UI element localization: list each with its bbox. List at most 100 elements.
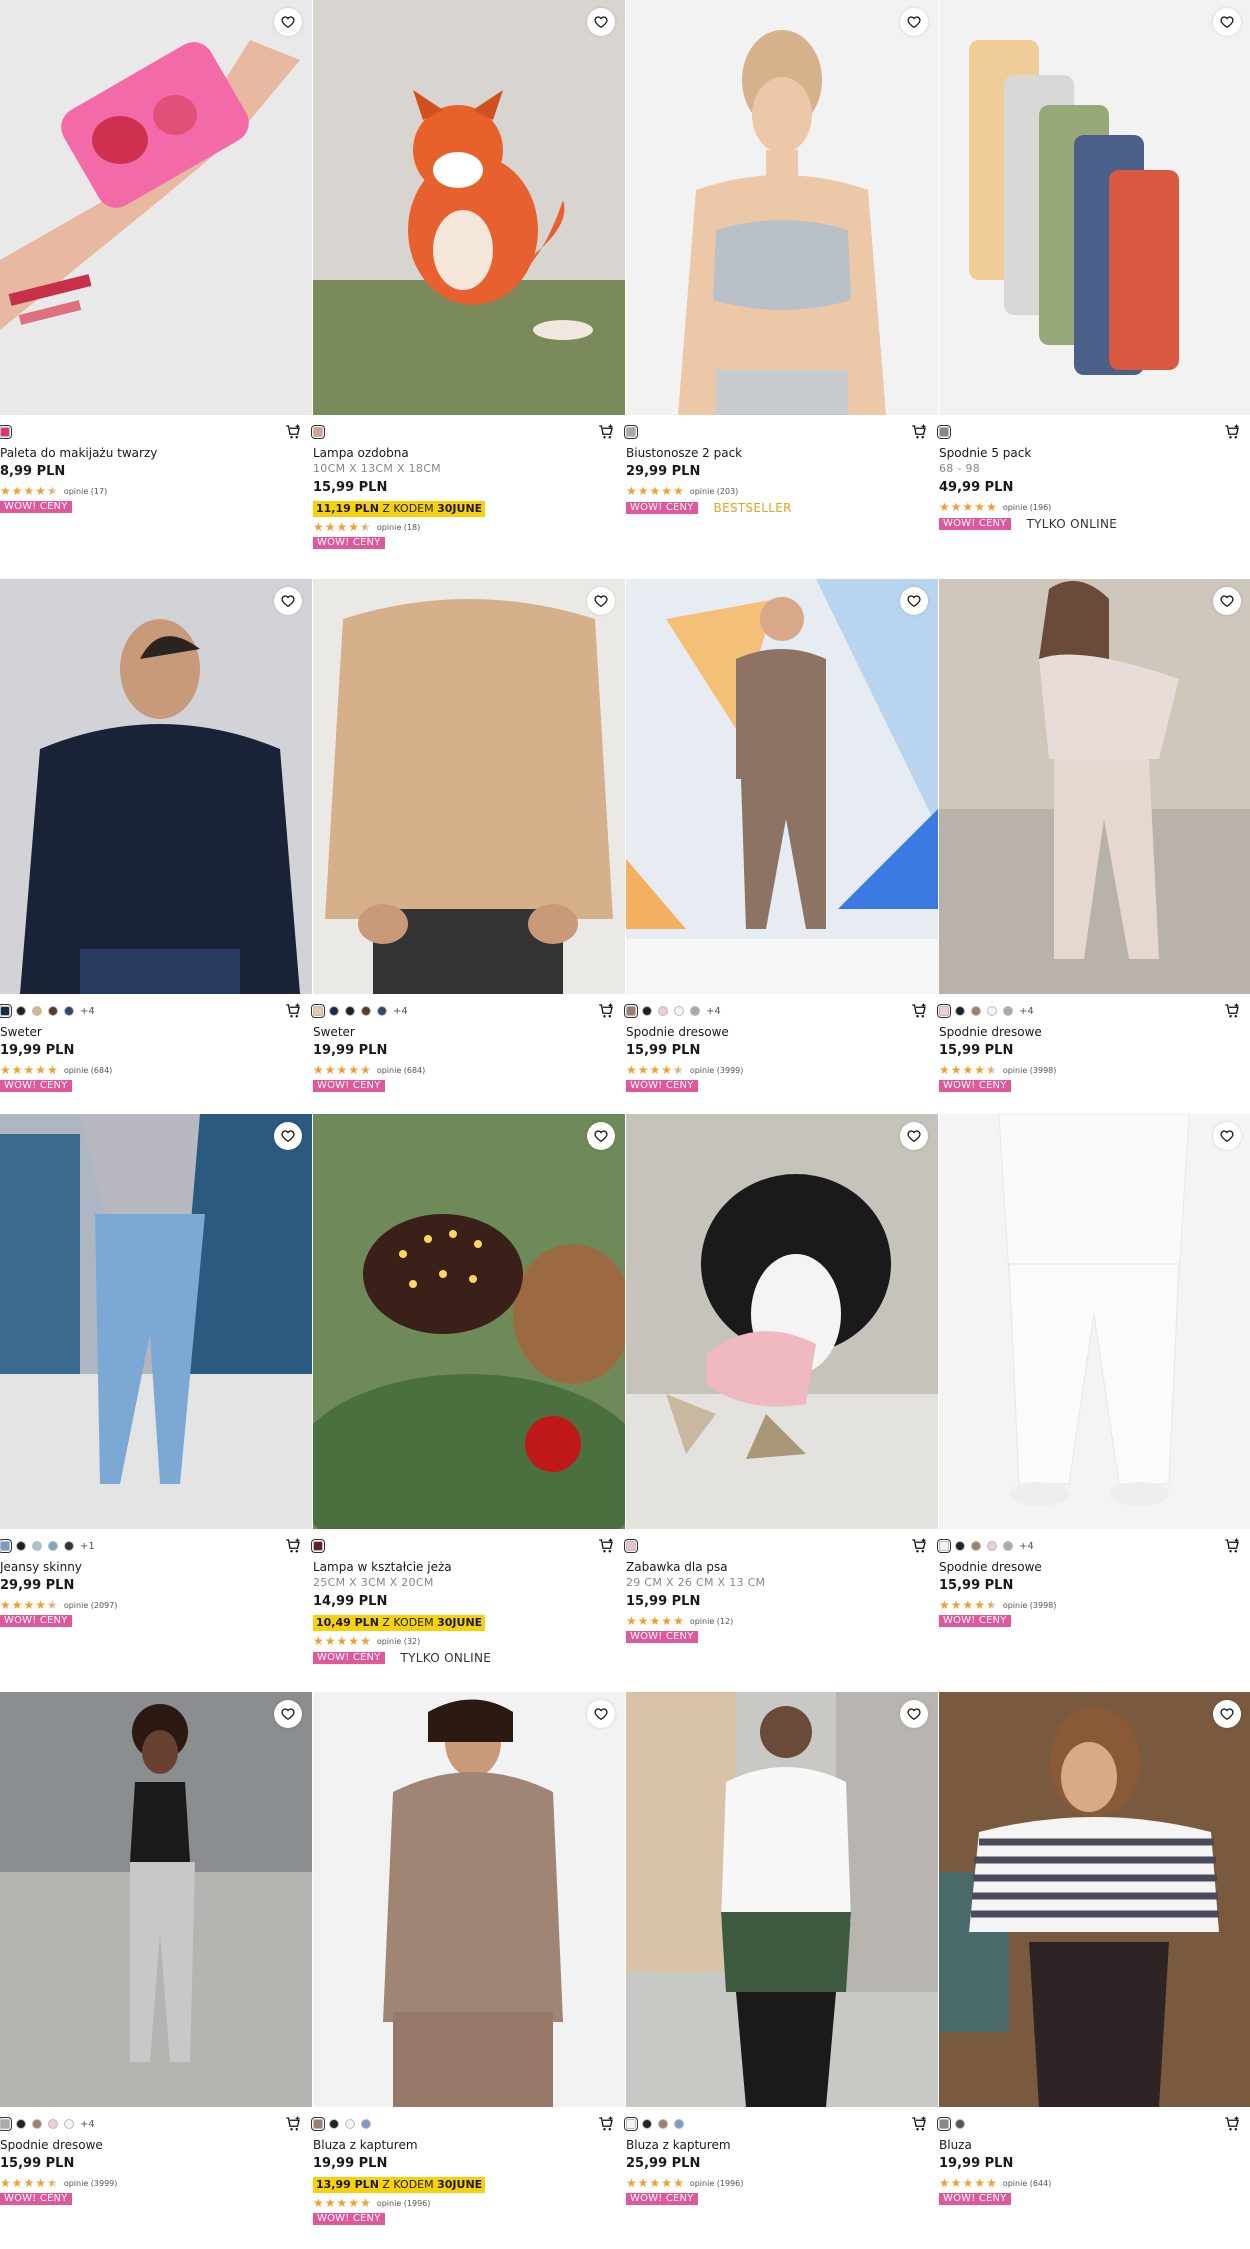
add-to-cart-icon[interactable] — [1223, 1537, 1241, 1555]
product-image[interactable] — [626, 1114, 938, 1529]
add-to-cart-icon[interactable] — [284, 1537, 302, 1555]
color-swatch[interactable] — [311, 2117, 325, 2131]
color-swatch[interactable] — [361, 1006, 371, 1016]
opinions-count[interactable]: opinie (684) — [64, 1066, 112, 1075]
color-swatch[interactable] — [0, 1004, 12, 1018]
product-image[interactable] — [313, 579, 625, 994]
product-name[interactable]: Biustonosze 2 pack — [626, 445, 938, 461]
product-name[interactable]: Zabawka dla psa — [626, 1559, 938, 1575]
color-swatch[interactable] — [937, 1539, 951, 1553]
color-swatch[interactable] — [361, 2119, 371, 2129]
product-image[interactable] — [626, 0, 938, 415]
color-swatch[interactable] — [64, 1541, 74, 1551]
color-swatch[interactable] — [0, 2117, 12, 2131]
wishlist-button[interactable] — [1213, 1700, 1241, 1728]
opinions-count[interactable]: opinie (3999) — [690, 1066, 744, 1075]
color-swatch[interactable] — [311, 1539, 325, 1553]
opinions-count[interactable]: opinie (2097) — [64, 1601, 118, 1610]
product-image[interactable] — [313, 1114, 625, 1529]
more-colors-count[interactable]: +1 — [80, 1541, 95, 1552]
wishlist-button[interactable] — [274, 1122, 302, 1150]
wishlist-button[interactable] — [1213, 587, 1241, 615]
add-to-cart-icon[interactable] — [597, 1002, 615, 1020]
product-image[interactable] — [939, 0, 1250, 415]
wishlist-button[interactable] — [587, 1700, 615, 1728]
more-colors-count[interactable]: +4 — [80, 2119, 95, 2130]
color-swatch[interactable] — [345, 1006, 355, 1016]
add-to-cart-icon[interactable] — [910, 1002, 928, 1020]
product-image[interactable] — [939, 579, 1250, 994]
color-swatch[interactable] — [987, 1541, 997, 1551]
color-swatch[interactable] — [674, 1006, 684, 1016]
wishlist-button[interactable] — [587, 8, 615, 36]
color-swatch[interactable] — [937, 1004, 951, 1018]
product-name[interactable]: Bluza — [939, 2137, 1250, 2153]
color-swatch[interactable] — [937, 425, 951, 439]
more-colors-count[interactable]: +4 — [706, 1006, 721, 1017]
add-to-cart-icon[interactable] — [1223, 423, 1241, 441]
wishlist-button[interactable] — [1213, 8, 1241, 36]
color-swatch[interactable] — [0, 1539, 12, 1553]
opinions-count[interactable]: opinie (644) — [1003, 2179, 1051, 2188]
color-swatch[interactable] — [642, 2119, 652, 2129]
color-swatch[interactable] — [642, 1006, 652, 1016]
opinions-count[interactable]: opinie (18) — [377, 523, 420, 532]
color-swatch[interactable] — [1003, 1006, 1013, 1016]
product-name[interactable]: Spodnie dresowe — [0, 2137, 312, 2153]
product-name[interactable]: Spodnie dresowe — [626, 1024, 938, 1040]
wishlist-button[interactable] — [587, 1122, 615, 1150]
color-swatch[interactable] — [32, 1541, 42, 1551]
color-swatch[interactable] — [624, 1539, 638, 1553]
opinions-count[interactable]: opinie (3998) — [1003, 1066, 1057, 1075]
color-swatch[interactable] — [1003, 1541, 1013, 1551]
add-to-cart-icon[interactable] — [1223, 2115, 1241, 2133]
opinions-count[interactable]: opinie (17) — [64, 487, 107, 496]
wishlist-button[interactable] — [587, 587, 615, 615]
wishlist-button[interactable] — [1213, 1122, 1241, 1150]
product-name[interactable]: Sweter — [0, 1024, 312, 1040]
more-colors-count[interactable]: +4 — [393, 1006, 408, 1017]
product-image[interactable] — [939, 1114, 1250, 1529]
product-image[interactable] — [0, 0, 312, 415]
color-swatch[interactable] — [32, 2119, 42, 2129]
add-to-cart-icon[interactable] — [910, 1537, 928, 1555]
wishlist-button[interactable] — [274, 587, 302, 615]
color-swatch[interactable] — [48, 1541, 58, 1551]
color-swatch[interactable] — [955, 1006, 965, 1016]
add-to-cart-icon[interactable] — [597, 423, 615, 441]
color-swatch[interactable] — [937, 2117, 951, 2131]
product-name[interactable]: Spodnie dresowe — [939, 1559, 1250, 1575]
color-swatch[interactable] — [971, 1541, 981, 1551]
color-swatch[interactable] — [658, 1006, 668, 1016]
opinions-count[interactable]: opinie (3999) — [64, 2179, 118, 2188]
product-image[interactable] — [939, 1692, 1250, 2107]
product-image[interactable] — [0, 579, 312, 994]
color-swatch[interactable] — [377, 1006, 387, 1016]
product-name[interactable]: Spodnie dresowe — [939, 1024, 1250, 1040]
product-image[interactable] — [0, 1114, 312, 1529]
product-image[interactable] — [0, 1692, 312, 2107]
wishlist-button[interactable] — [900, 1700, 928, 1728]
more-colors-count[interactable]: +4 — [80, 1006, 95, 1017]
color-swatch[interactable] — [955, 2119, 965, 2129]
color-swatch[interactable] — [674, 2119, 684, 2129]
color-swatch[interactable] — [624, 1004, 638, 1018]
product-name[interactable]: Lampa w kształcie jeża — [313, 1559, 625, 1575]
opinions-count[interactable]: opinie (32) — [377, 1637, 420, 1646]
product-name[interactable]: Bluza z kapturem — [313, 2137, 625, 2153]
add-to-cart-icon[interactable] — [910, 2115, 928, 2133]
color-swatch[interactable] — [311, 425, 325, 439]
product-name[interactable]: Bluza z kapturem — [626, 2137, 938, 2153]
product-image[interactable] — [313, 0, 625, 415]
color-swatch[interactable] — [0, 425, 12, 439]
opinions-count[interactable]: opinie (684) — [377, 1066, 425, 1075]
product-name[interactable]: Spodnie 5 pack — [939, 445, 1250, 461]
add-to-cart-icon[interactable] — [910, 423, 928, 441]
add-to-cart-icon[interactable] — [284, 1002, 302, 1020]
opinions-count[interactable]: opinie (1996) — [377, 2199, 431, 2208]
color-swatch[interactable] — [329, 1006, 339, 1016]
add-to-cart-icon[interactable] — [597, 1537, 615, 1555]
more-colors-count[interactable]: +4 — [1019, 1541, 1034, 1552]
color-swatch[interactable] — [16, 2119, 26, 2129]
color-swatch[interactable] — [48, 2119, 58, 2129]
